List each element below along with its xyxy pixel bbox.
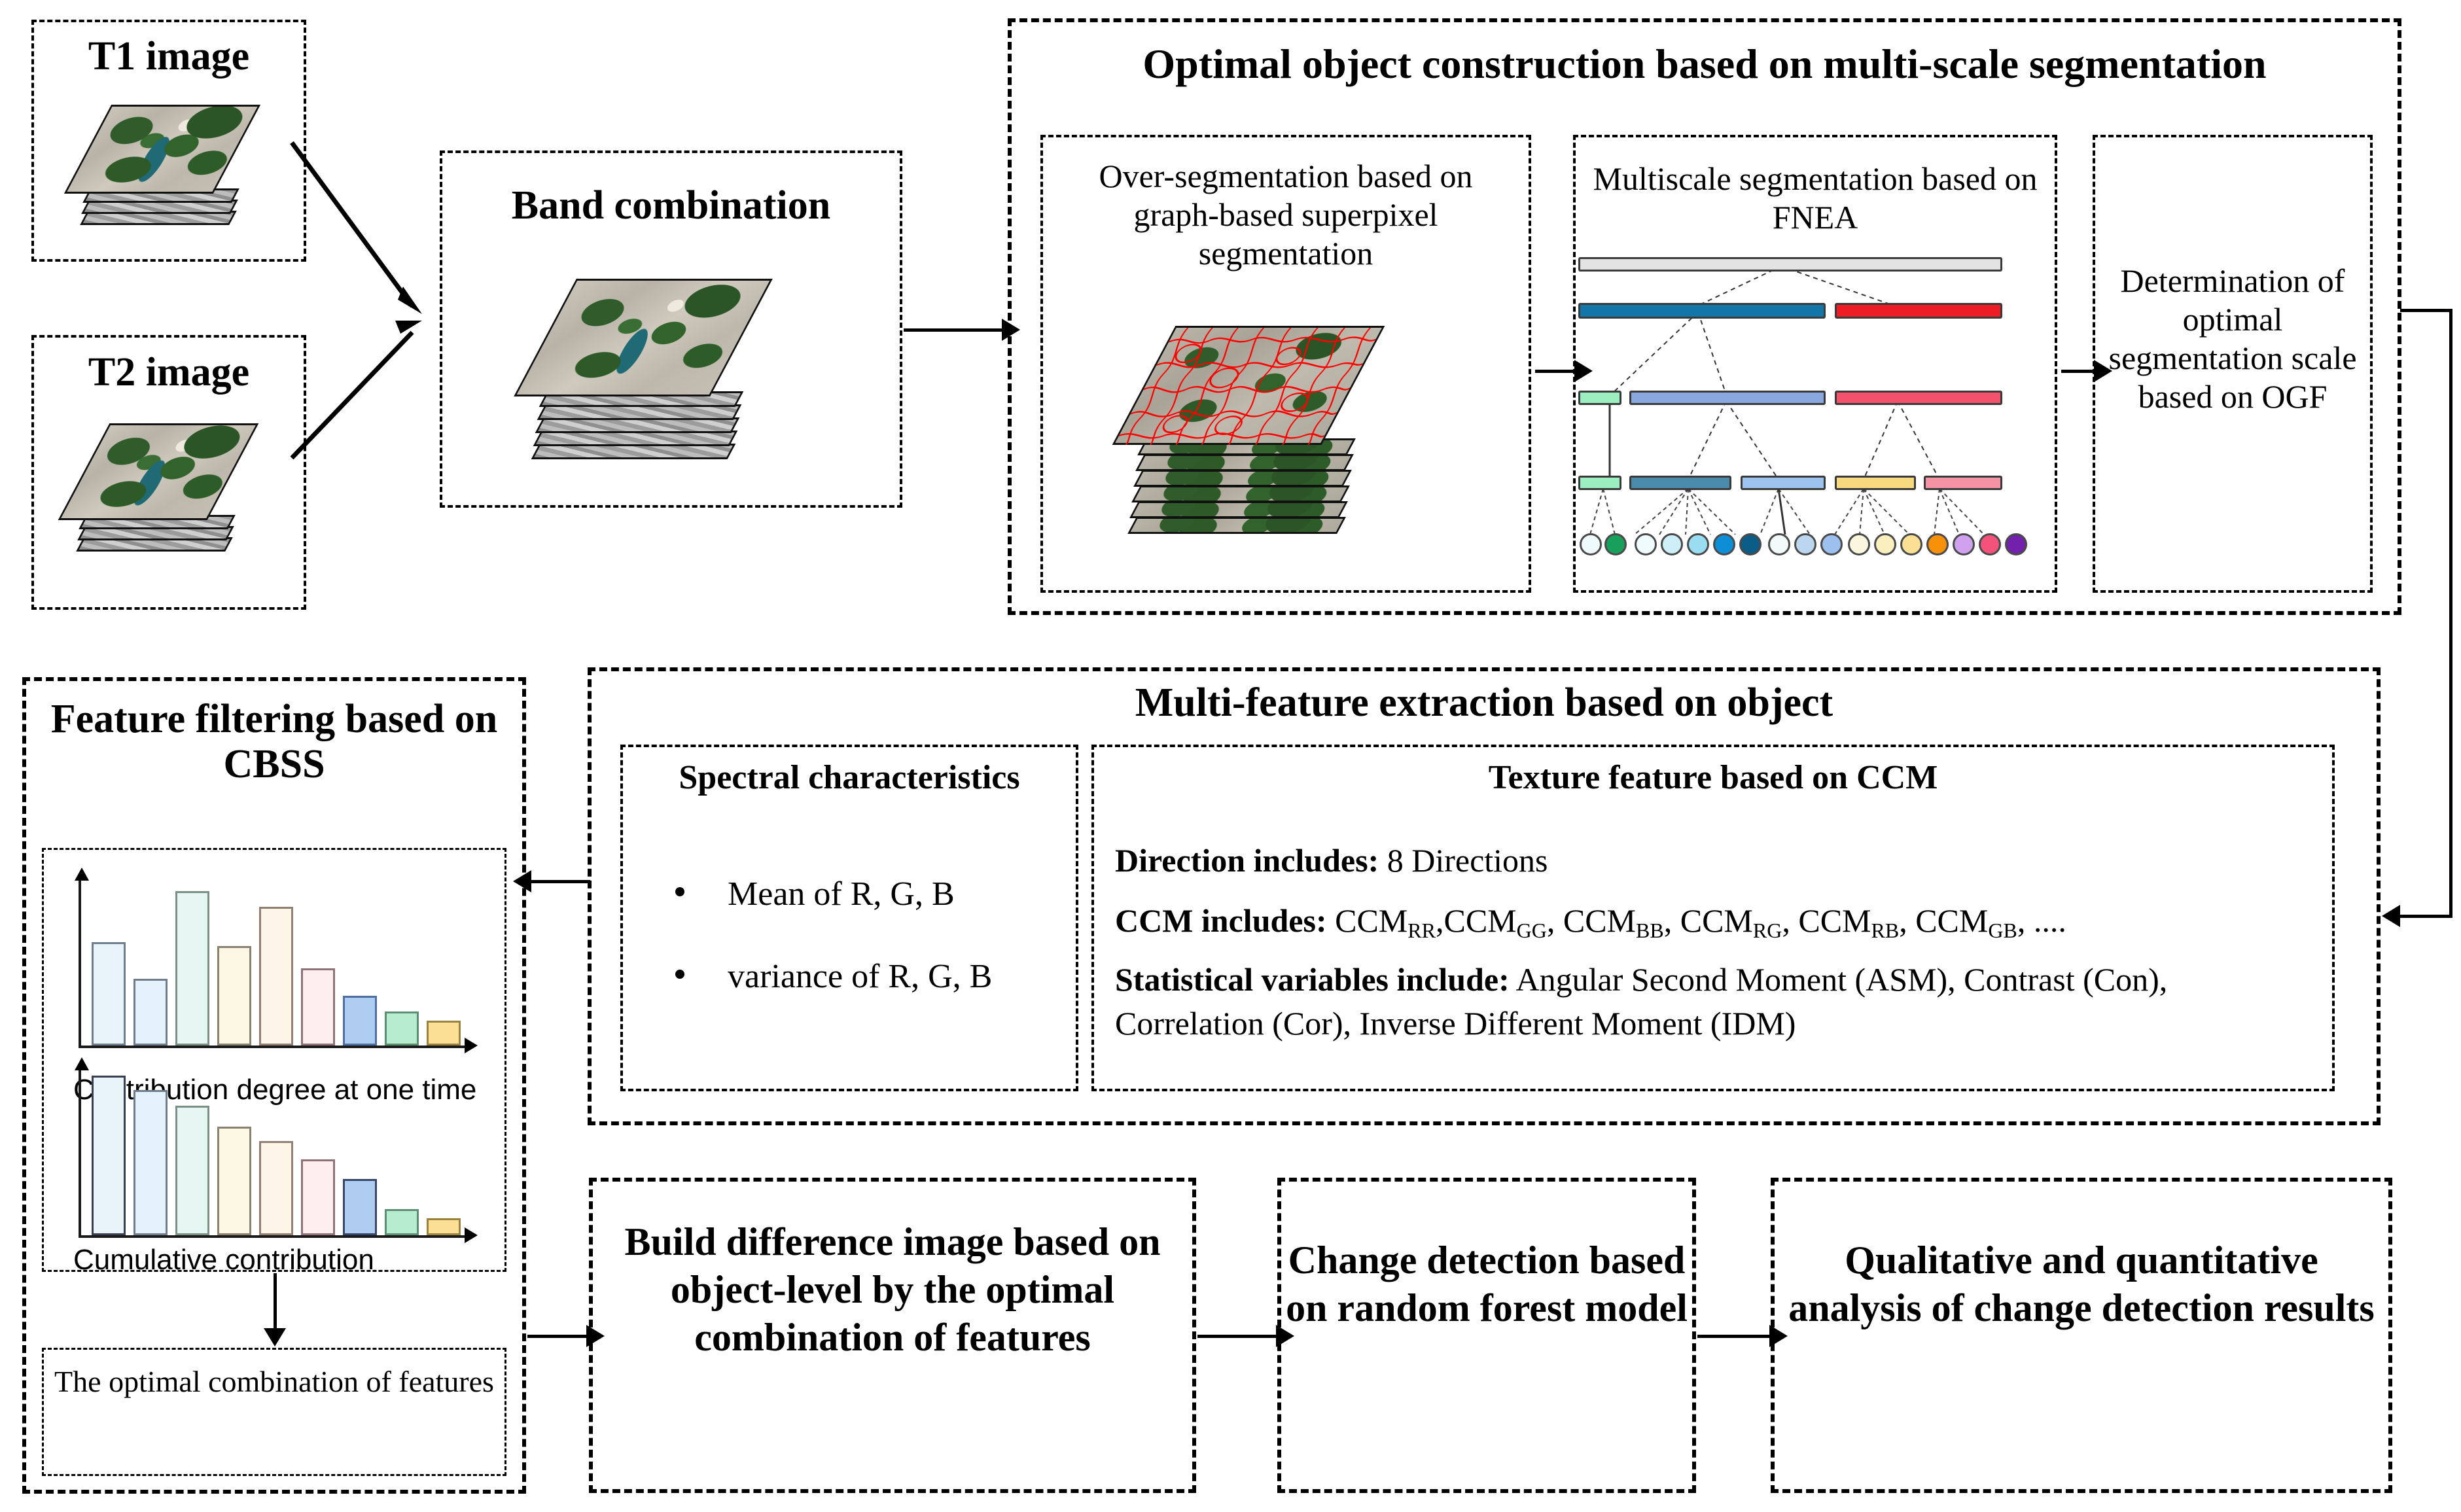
bar-c1-7	[385, 1011, 419, 1046]
texture-direction-label: Direction includes:	[1115, 842, 1379, 879]
fnea-leaf-6	[1739, 533, 1762, 555]
chart-cumulative-contribution-label: Cumulative contribution	[73, 1244, 374, 1276]
bar-c2-7	[385, 1209, 419, 1235]
right-route-top	[2400, 309, 2452, 312]
bar-c1-0	[92, 942, 126, 1046]
optimal-object-construction-title: Optimal object construction based on mul…	[1142, 41, 2267, 87]
bar-c2-6	[343, 1179, 377, 1235]
texture-line-direction: Direction includes: 8 Directions	[1115, 837, 2319, 884]
fnea-leaf-2	[1635, 533, 1657, 555]
optimal-combination-title: The optimal combination of features	[54, 1365, 494, 1398]
arrow-filtering-to-build-line	[527, 1335, 586, 1338]
flowchart-canvas: T1 image T2 image Band combination Optim…	[0, 0, 2461, 1512]
fnea-leaf-16	[2005, 533, 2027, 555]
qualitative-quantitative-title: Qualitative and quantitative analysis of…	[1788, 1239, 2375, 1330]
fnea-bar-l4-1	[1629, 476, 1731, 490]
fnea-bar-l4-2	[1741, 476, 1826, 490]
feature-filtering-title: Feature filtering based on CBSS	[50, 697, 498, 787]
bar-c1-4	[259, 907, 293, 1046]
fnea-leaf-14	[1953, 533, 1975, 555]
fnea-bar-l3-0	[1578, 391, 1621, 405]
texture-ccm-label: CCM includes:	[1115, 902, 1327, 939]
bar-c1-2	[175, 891, 209, 1046]
bar-c1-5	[301, 968, 335, 1046]
qualitative-quantitative-box	[1771, 1178, 2392, 1493]
bar-c1-1	[133, 979, 168, 1046]
multiscale-segmentation-title: Multiscale segmentation based on FNEA	[1593, 160, 2038, 236]
fnea-bar-l3-2	[1835, 391, 2002, 405]
chart-contribution-degree	[60, 868, 492, 1066]
bar-c2-1	[133, 1090, 168, 1235]
bar-c1-6	[343, 996, 377, 1046]
t2-image-title: T2 image	[88, 350, 250, 395]
band-combination-stack	[514, 275, 824, 491]
fnea-bar-l1-0	[1578, 257, 2002, 272]
fnea-leaf-10	[1848, 533, 1870, 555]
texture-ccm-value: CCMRR,CCMGG, CCMBB, CCMRG, CCMRB, CCMGB,…	[1335, 902, 2066, 942]
bar-c2-3	[217, 1127, 251, 1235]
fnea-leaf-7	[1768, 533, 1790, 555]
arrow-charts-to-optimalcomb-head	[264, 1328, 286, 1346]
arrow-change-to-qualitative-line	[1697, 1335, 1769, 1338]
arrow-bandcomb-to-optimal-line	[904, 328, 1002, 332]
texture-line-statistical: Statistical variables include: Angular S…	[1115, 958, 2324, 1046]
right-route-vertical	[2449, 309, 2452, 917]
bar-c2-5	[301, 1159, 335, 1235]
arrow-charts-to-optimalcomb-line	[274, 1273, 277, 1329]
spectral-characteristics-title: Spectral characteristics	[679, 759, 1020, 796]
arrow-overseg-to-multiscale-line	[1535, 370, 1574, 373]
fnea-bar-l4-0	[1578, 476, 1621, 490]
over-segmentation-title: Over-segmentation based on graph-based s…	[1099, 158, 1473, 272]
fnea-leaf-0	[1580, 533, 1602, 555]
fnea-leaf-12	[1900, 533, 1922, 555]
fnea-leaf-1	[1604, 533, 1627, 555]
right-route-arrowhead	[2382, 905, 2400, 927]
bar-c1-3	[217, 946, 251, 1046]
fnea-bar-l4-3	[1835, 476, 1916, 490]
arrow-multifeature-to-filtering-line	[531, 880, 590, 883]
change-detection-box	[1277, 1178, 1696, 1493]
superpixel-stack	[1106, 321, 1472, 576]
t2-image-stack	[58, 409, 259, 579]
fnea-leaf-15	[1979, 533, 2001, 555]
fnea-leaf-5	[1713, 533, 1735, 555]
fnea-bar-l3-1	[1629, 391, 1826, 405]
build-difference-image-title: Build difference image based on object-l…	[624, 1220, 1161, 1360]
spectral-bullet-1-marker	[675, 970, 684, 979]
texture-statistical-label: Statistical variables include:	[1115, 961, 1510, 998]
change-detection-title: Change detection based on random forest …	[1286, 1239, 1688, 1330]
determination-scale-title: Determination of optimal segmentation sc…	[2108, 262, 2357, 415]
fnea-bar-l2-0	[1578, 303, 1826, 319]
fnea-leaf-11	[1874, 533, 1896, 555]
bar-c1-8	[427, 1021, 461, 1046]
t1-image-title: T1 image	[88, 34, 250, 79]
bar-c2-8	[427, 1218, 461, 1235]
bar-c2-0	[92, 1076, 126, 1235]
fnea-leaf-4	[1687, 533, 1709, 555]
merge-arrows	[290, 141, 422, 460]
fnea-leaf-9	[1820, 533, 1843, 555]
multi-feature-extraction-title: Multi-feature extraction based on object	[1135, 680, 1833, 725]
band-combination-title: Band combination	[511, 183, 831, 228]
right-route-bottom	[2400, 915, 2452, 918]
fnea-leaf-13	[1926, 533, 1949, 555]
spectral-bullet-0-marker	[675, 887, 684, 896]
fnea-leaf-3	[1661, 533, 1683, 555]
spectral-bullet-0-label: Mean of R, G, B	[728, 875, 955, 913]
fnea-bar-l2-1	[1835, 303, 2002, 319]
arrow-build-to-change-line	[1197, 1335, 1276, 1338]
t1-image-stack	[60, 98, 261, 239]
chart-cumulative-contribution	[60, 1057, 492, 1256]
arrow-multiscale-to-determination-line	[2061, 370, 2094, 373]
fnea-leaf-8	[1794, 533, 1816, 555]
bar-c2-2	[175, 1106, 209, 1235]
spectral-bullet-1-label: variance of R, G, B	[728, 958, 993, 995]
arrow-multifeature-to-filtering-head	[513, 870, 531, 892]
texture-feature-title: Texture feature based on CCM	[1488, 759, 1938, 796]
fnea-bar-l4-4	[1924, 476, 2002, 490]
fnea-tree	[1570, 252, 2027, 572]
texture-direction-value: 8 Directions	[1387, 842, 1548, 879]
texture-line-ccm: CCM includes: CCMRR,CCMGG, CCMBB, CCMRG,…	[1115, 898, 2319, 945]
bar-c2-4	[259, 1141, 293, 1235]
